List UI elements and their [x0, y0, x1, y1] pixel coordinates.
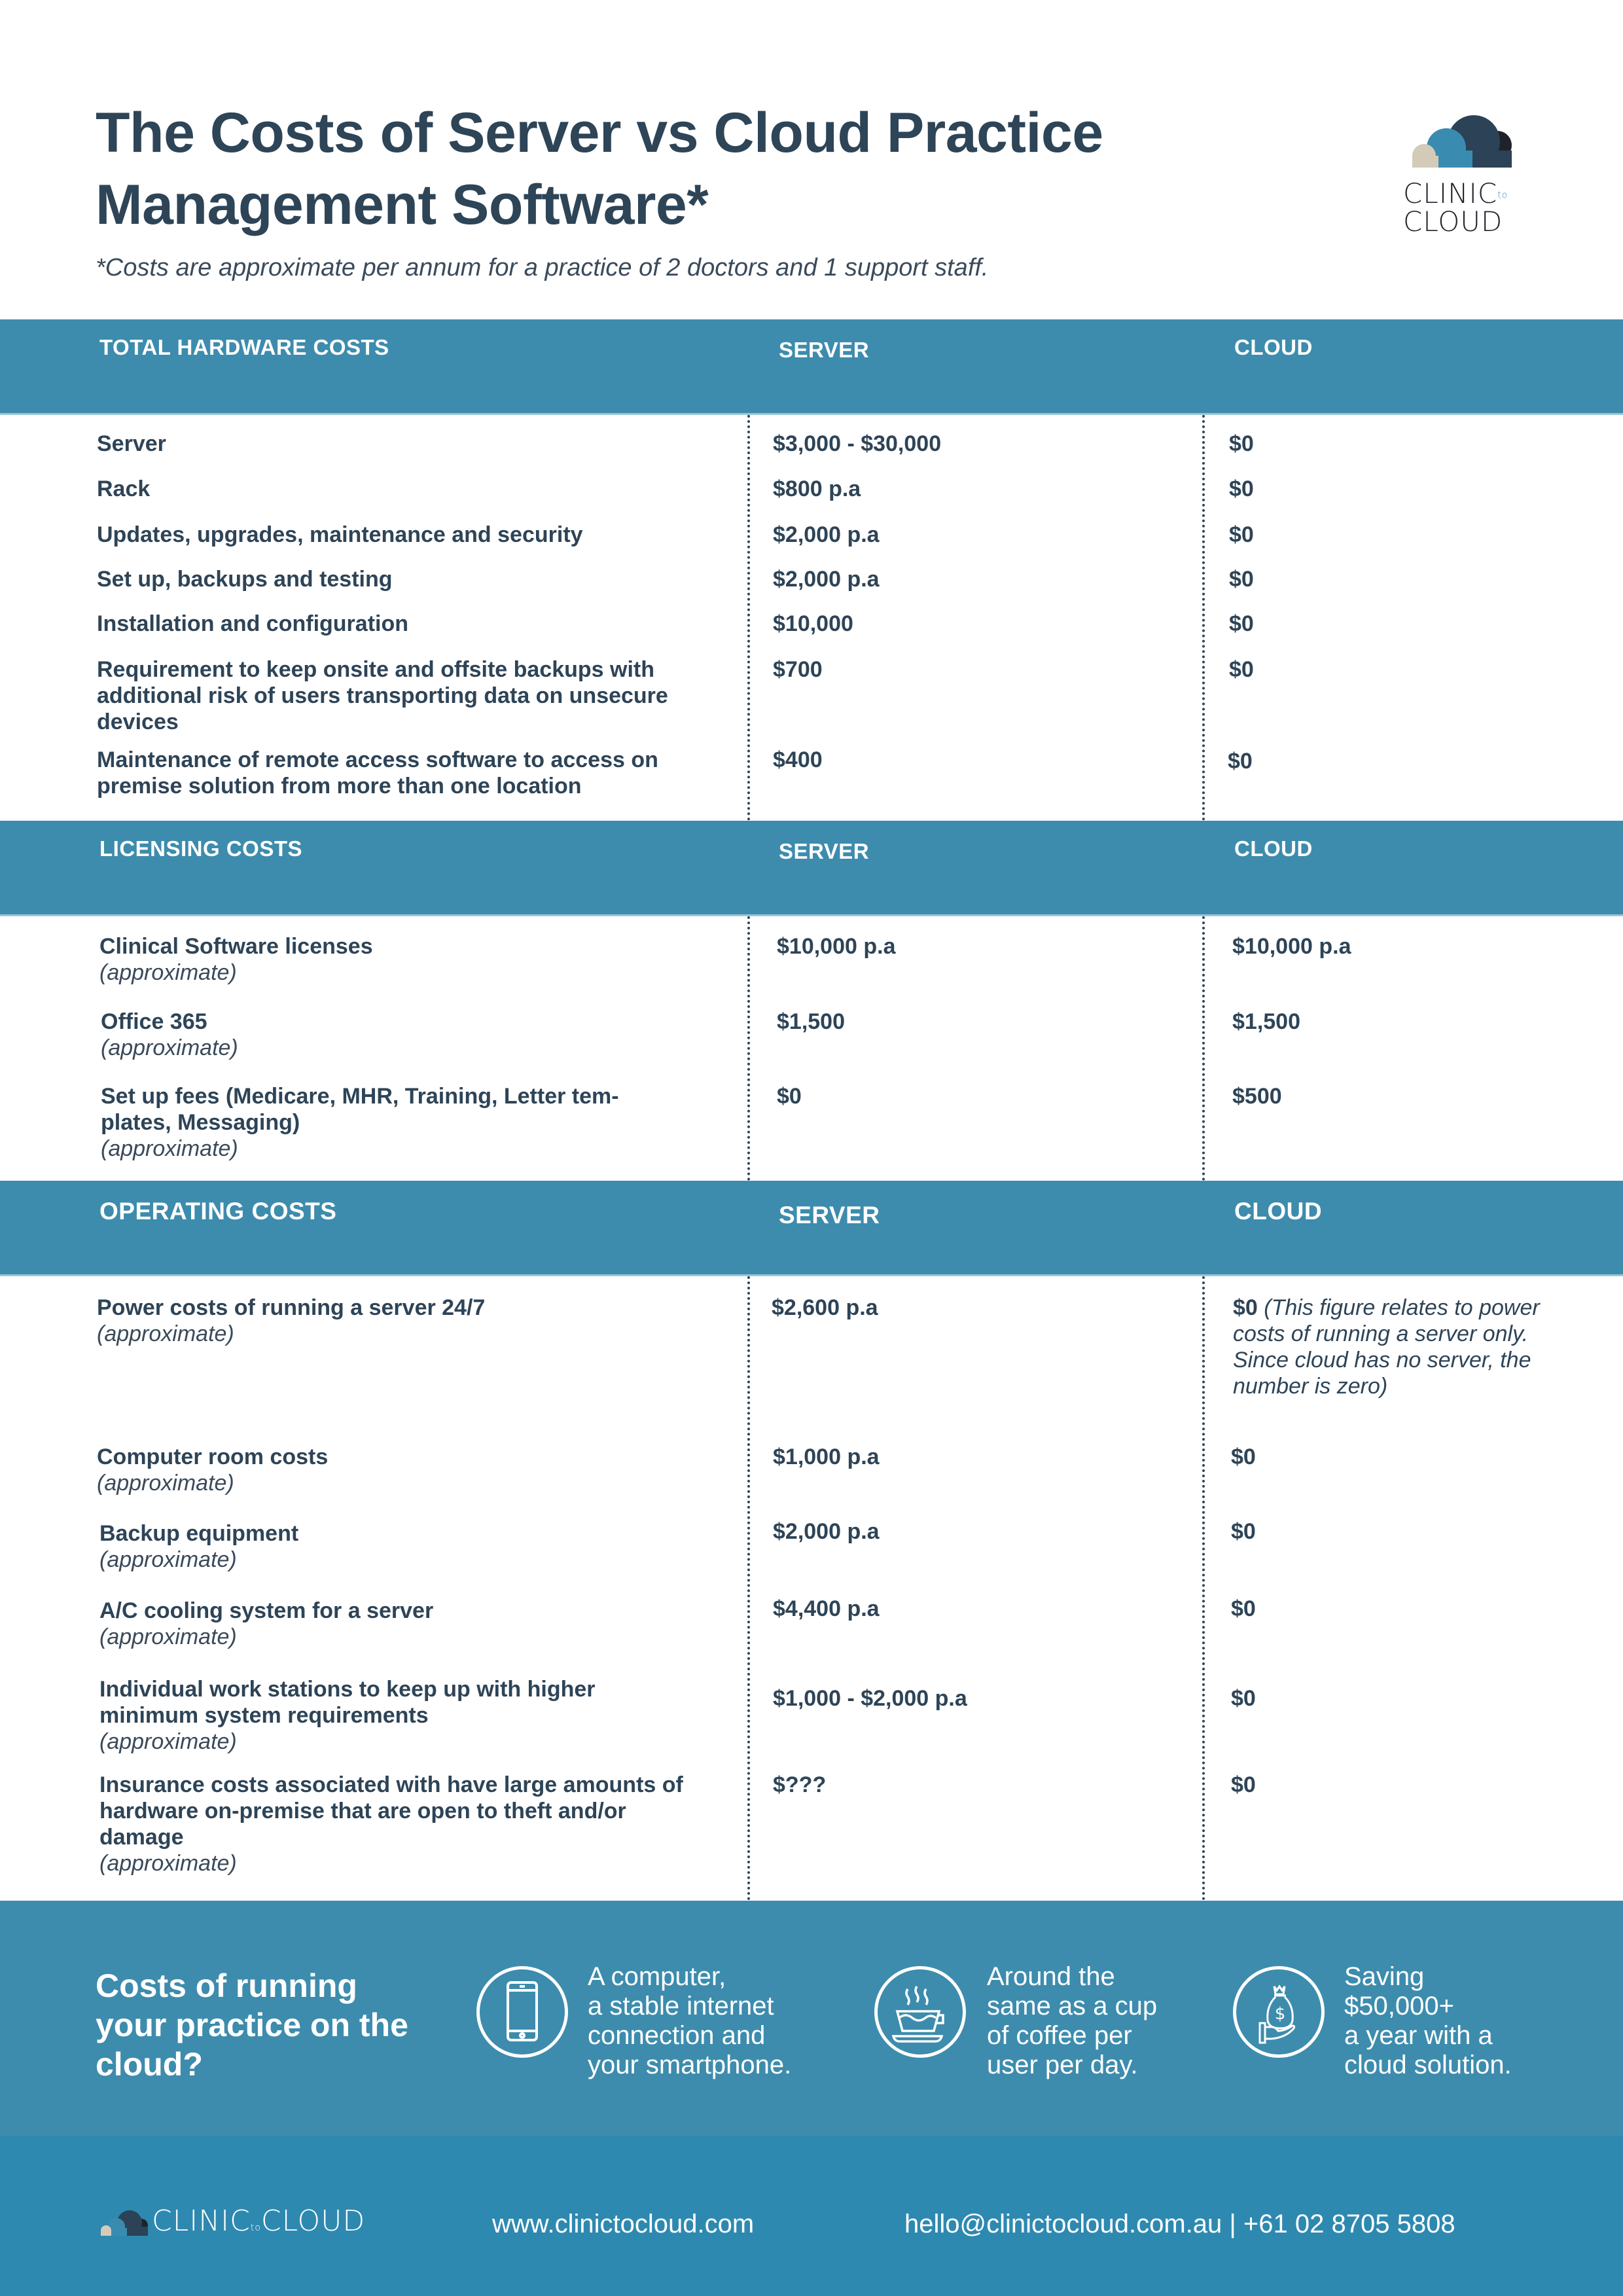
server-cost: $700: [773, 657, 823, 682]
row-label: Backup equipment (approximate): [99, 1520, 715, 1573]
server-cost: $400: [773, 747, 823, 772]
server-cost: $2,000 p.a: [773, 567, 880, 592]
column-divider: [747, 415, 750, 821]
approximate-note: (approximate): [99, 1851, 237, 1876]
clinic-to-cloud-logo: CLINICto CLOUD: [1400, 111, 1518, 242]
cloud-cost: $0: [1229, 657, 1254, 682]
logo-wordmark: CLINICto CLOUD: [1403, 177, 1508, 238]
approximate-note: (approximate): [97, 1321, 234, 1346]
row-label: Maintenance of remote access software to…: [97, 747, 658, 798]
logo-wordmark: CLINICtoCLOUD: [152, 2204, 366, 2238]
approximate-note: (approximate): [99, 1624, 237, 1649]
column-header-server: SERVER: [779, 839, 870, 863]
server-cost: $1,000 - $2,000 p.a: [773, 1686, 967, 1711]
server-cost: $1,500: [777, 1009, 845, 1034]
column-header-server: SERVER: [779, 338, 870, 362]
cloud-cost: $500: [1232, 1084, 1282, 1109]
column-divider: [1202, 415, 1205, 821]
promo-title: Costs of running your practice on the cl…: [96, 1967, 408, 2083]
server-cost: $0: [777, 1084, 802, 1109]
website-link[interactable]: www.clinictocloud.com: [492, 2210, 754, 2239]
server-cost: $4,400 p.a: [773, 1596, 880, 1621]
cloud-cost: $0: [1229, 611, 1254, 636]
footer-logo: CLINICtoCLOUD: [98, 2202, 373, 2241]
cloud-cost: $0: [1229, 476, 1254, 501]
row-label: Clinical Software licenses (approximate): [99, 933, 715, 986]
column-divider: [747, 916, 750, 1181]
column-header-cloud: CLOUD: [1234, 836, 1313, 861]
column-divider: [747, 1276, 750, 1901]
promo-text: Around the same as a cup of coffee per u…: [987, 1962, 1158, 2079]
approximate-note: (approximate): [99, 1729, 237, 1754]
cloud-cost: $0 (This figure relates to power costs o…: [1233, 1295, 1540, 1399]
svg-text:$: $: [1275, 2004, 1286, 2024]
money-bag-hand-icon: $: [1233, 1966, 1325, 2058]
server-cost: $10,000: [773, 611, 853, 636]
column-header-server: SERVER: [779, 1202, 880, 1229]
row-label: Requirement to keep onsite and offsite b…: [97, 657, 668, 734]
row-label: Power costs of running a server 24/7 (ap…: [97, 1295, 712, 1347]
row-label: Server: [97, 431, 166, 456]
row-label: Computer room costs (approximate): [97, 1444, 712, 1496]
cloud-cost-note: (This figure relates to power costs of r…: [1233, 1295, 1540, 1399]
promo-text: A computer, a stable internet connection…: [588, 1962, 792, 2079]
server-cost: $2,600 p.a: [772, 1295, 878, 1320]
cloud-cost: $0: [1228, 749, 1253, 774]
smartphone-icon: [476, 1966, 568, 2058]
section-title: LICENSING COSTS: [99, 836, 303, 861]
cloud-cost: $0: [1229, 522, 1254, 547]
approximate-note: (approximate): [101, 1035, 238, 1060]
approximate-note: (approximate): [101, 1136, 238, 1161]
row-label: Office 365 (approximate): [101, 1009, 716, 1061]
page-header: The Costs of Server vs Cloud Practice Ma…: [0, 0, 1623, 319]
approximate-note: (approximate): [97, 1471, 234, 1496]
cloud-logo-icon: [101, 2210, 148, 2236]
cloud-cost-summary: Costs of running your practice on the cl…: [0, 1901, 1623, 2136]
cloud-cost: $0: [1229, 567, 1254, 592]
coffee-cup-icon: [874, 1966, 966, 2058]
cloud-cost: $0: [1231, 1596, 1256, 1621]
server-cost: $2,000 p.a: [773, 1519, 880, 1544]
row-label: Individual work stations to keep up with…: [99, 1676, 675, 1755]
section-header-licensing: LICENSING COSTS SERVER CLOUD: [0, 821, 1623, 916]
page-title: The Costs of Server vs Cloud Practice Ma…: [96, 101, 1103, 236]
cloud-cost: $10,000 p.a: [1232, 934, 1351, 959]
server-cost: $1,000 p.a: [773, 1444, 880, 1469]
page-footer: CLINICtoCLOUD www.clinictocloud.com hell…: [0, 2136, 1623, 2296]
column-header-cloud: CLOUD: [1234, 335, 1313, 359]
server-cost: $???: [773, 1772, 827, 1797]
row-label: A/C cooling system for a server (approxi…: [99, 1598, 715, 1650]
row-label: Set up fees (Medicare, MHR, Training, Le…: [101, 1083, 677, 1162]
section-header-hardware: TOTAL HARDWARE COSTS SERVER CLOUD: [0, 319, 1623, 415]
cloud-logo-icon: [1412, 115, 1512, 168]
contact-info[interactable]: hello@clinictocloud.com.au | +61 02 8705…: [904, 2210, 1455, 2239]
approximate-note: (approximate): [99, 1547, 237, 1572]
cloud-cost: $0: [1231, 1519, 1256, 1544]
row-label: Insurance costs associated with have lar…: [99, 1772, 688, 1876]
server-cost: $3,000 - $30,000: [773, 431, 942, 456]
column-header-cloud: CLOUD: [1234, 1198, 1323, 1225]
section-title: OPERATING COSTS: [99, 1198, 337, 1225]
page-subtitle: *Costs are approximate per annum for a p…: [96, 254, 989, 281]
column-divider: [1202, 1276, 1205, 1901]
section-title: TOTAL HARDWARE COSTS: [99, 335, 389, 359]
promo-text: Saving $50,000+ a year with a cloud solu…: [1344, 1962, 1512, 2079]
row-label: Rack: [97, 476, 151, 501]
cloud-cost: $0: [1231, 1686, 1256, 1711]
server-cost: $10,000 p.a: [777, 934, 896, 959]
cloud-cost: $1,500: [1232, 1009, 1300, 1034]
cloud-cost: $0: [1229, 431, 1254, 456]
column-divider: [1202, 916, 1205, 1181]
approximate-note: (approximate): [99, 960, 237, 985]
cloud-cost: $0: [1231, 1772, 1256, 1797]
row-label: Updates, upgrades, maintenance and secur…: [97, 522, 583, 547]
section-header-operating: OPERATING COSTS SERVER CLOUD: [0, 1181, 1623, 1276]
server-cost: $2,000 p.a: [773, 522, 880, 547]
server-cost: $800 p.a: [773, 476, 861, 501]
row-label: Set up, backups and testing: [97, 567, 393, 592]
row-label: Installation and configuration: [97, 611, 408, 636]
cloud-cost: $0: [1231, 1444, 1256, 1469]
